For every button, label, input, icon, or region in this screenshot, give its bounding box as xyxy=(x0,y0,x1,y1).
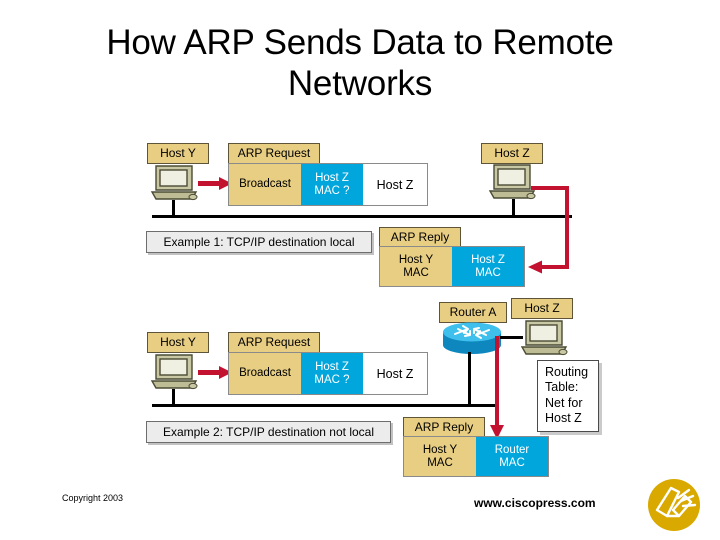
label-router-a: Router A xyxy=(439,302,507,323)
arp-request-field-dest-2: Host Z xyxy=(363,353,427,394)
label-host-y-1: Host Y xyxy=(147,143,209,164)
network-bus-2 xyxy=(152,404,497,407)
example-2-caption: Example 2: TCP/IP destination not local xyxy=(146,421,391,443)
ciscopress-url: www.ciscopress.com xyxy=(474,496,596,510)
arp-diagram: Host Y ARP Request Broadcast Host Z MAC … xyxy=(0,0,720,540)
router-hostz-link xyxy=(500,336,523,339)
routing-table-note: Routing Table: Net for Host Z xyxy=(537,360,599,432)
arp-request-field-broadcast-2: Broadcast xyxy=(229,353,301,394)
reply-path-bottom-1 xyxy=(540,265,569,269)
arp-request-frame-2: Broadcast Host Z MAC ? Host Z xyxy=(228,352,428,395)
reply-path-vert-1 xyxy=(565,186,569,269)
arp-request-frame-1: Broadcast Host Z MAC ? Host Z xyxy=(228,163,428,206)
arp-request-field-target-mac-2: Host Z MAC ? xyxy=(301,353,363,394)
label-arp-request-1: ARP Request xyxy=(228,143,320,164)
reply-path-top-1 xyxy=(531,186,569,190)
arp-reply-field-target-2: Router MAC xyxy=(476,437,548,476)
label-arp-reply-2: ARP Reply xyxy=(403,417,485,438)
label-host-z-2: Host Z xyxy=(511,298,573,319)
example-1-caption: Example 1: TCP/IP destination local xyxy=(146,231,372,253)
label-arp-reply-1: ARP Reply xyxy=(379,227,461,248)
arp-reply-frame-1: Host Y MAC Host Z MAC xyxy=(379,246,525,287)
arp-reply-field-sender-1: Host Y MAC xyxy=(380,247,452,286)
arp-request-field-target-mac-1: Host Z MAC ? xyxy=(301,164,363,205)
host-y-computer-2 xyxy=(148,351,202,395)
router-drop-2 xyxy=(468,352,471,406)
ciscopress-logo xyxy=(645,476,703,534)
reply-path-vert-2 xyxy=(495,336,499,431)
slide-root: How ARP Sends Data to Remote Networks Ho… xyxy=(0,0,720,540)
label-arp-request-2: ARP Request xyxy=(228,332,320,353)
router-a-icon xyxy=(441,321,503,355)
host-y-computer-1 xyxy=(148,162,202,206)
arrowhead-reply-1 xyxy=(528,260,542,274)
arp-request-field-dest-1: Host Z xyxy=(363,164,427,205)
copyright-text: Copyright 2003 xyxy=(62,493,124,503)
network-bus-1 xyxy=(152,215,572,218)
arp-reply-frame-2: Host Y MAC Router MAC xyxy=(403,436,549,477)
arp-reply-field-target-1: Host Z MAC xyxy=(452,247,524,286)
arp-request-field-broadcast-1: Broadcast xyxy=(229,164,301,205)
label-host-y-2: Host Y xyxy=(147,332,209,353)
host-z-computer-2 xyxy=(518,317,572,361)
arp-reply-field-sender-2: Host Y MAC xyxy=(404,437,476,476)
host-z-computer-1 xyxy=(486,161,540,205)
